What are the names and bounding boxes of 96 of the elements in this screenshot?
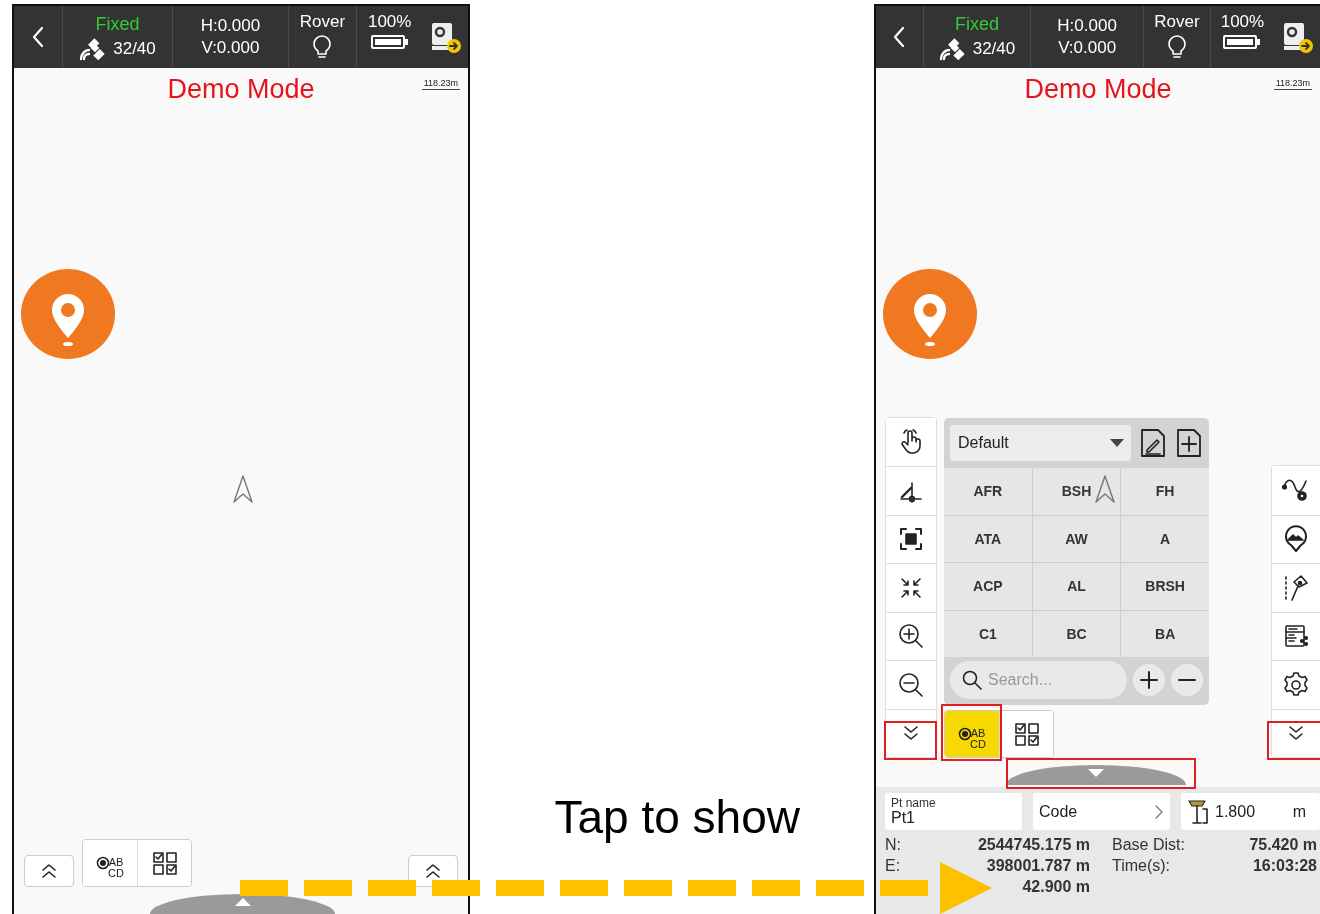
code-item[interactable]: FH [1121, 468, 1209, 515]
radio-dot-icon [96, 856, 111, 870]
code-item[interactable]: AL [1032, 563, 1121, 610]
fix-status: Fixed [95, 13, 140, 35]
location-pin-icon [20, 268, 116, 360]
code-item[interactable]: BRSH [1121, 563, 1209, 610]
satellite-icon [938, 36, 967, 61]
battery-icon [370, 34, 409, 50]
dropdown-caret-icon [1109, 438, 1125, 448]
antenna-height-icon [1187, 798, 1209, 825]
hand-pointer-icon [899, 428, 923, 455]
scale-bar: 118.23m [1273, 78, 1312, 90]
add-button[interactable] [1175, 428, 1203, 458]
highlight-frame [941, 704, 1002, 761]
navigation-arrow-icon [1094, 474, 1116, 504]
search-field[interactable]: Search... [950, 661, 1127, 699]
checklist-toggle[interactable] [999, 711, 1053, 757]
back-chevron-icon [30, 26, 45, 48]
curve-gear-icon [1282, 477, 1310, 504]
mode-label: Rover [1154, 12, 1200, 32]
zoom-in-icon [897, 622, 925, 651]
coordinate-value: 2544745.175 m [976, 836, 1090, 854]
search-icon [962, 670, 982, 690]
expand-toolbar-button[interactable] [24, 855, 74, 887]
satellite-count: 32/40 [113, 38, 156, 59]
double-chevron-up-icon [424, 862, 442, 880]
remove-code-button[interactable] [1171, 664, 1203, 696]
highlight-frame [1267, 721, 1320, 760]
map-pin-mountain-icon [1283, 525, 1309, 554]
horizontal-precision: H:0.000 [200, 16, 261, 36]
zoom-out-icon [897, 670, 925, 699]
coordinate-value: 398001.787 m [985, 857, 1090, 875]
info-label: Time(s): [1111, 857, 1172, 875]
checklist-grid-icon [150, 850, 179, 876]
scale-bar: 118.23m [421, 78, 460, 90]
code-item[interactable]: BSH [1032, 468, 1121, 515]
demo-mode-title: Demo Mode [1024, 74, 1172, 104]
edit-button[interactable] [1139, 428, 1167, 458]
battery-icon [1223, 34, 1262, 50]
code-item[interactable]: AFR [944, 468, 1032, 515]
code-item[interactable]: BC [1032, 610, 1121, 657]
code-item[interactable]: BA [1121, 610, 1209, 657]
coordinate-label: N: [885, 836, 902, 854]
vertical-precision: V:0.000 [1058, 38, 1117, 58]
mode-label: Rover [299, 12, 346, 32]
code-item[interactable]: C1 [944, 610, 1032, 657]
list-dots-icon [1283, 623, 1309, 650]
satellite-count: 32/40 [972, 38, 1016, 59]
battery-percent: 100% [367, 12, 412, 32]
code-field[interactable]: Code [1033, 793, 1170, 830]
survey-pole-icon [1283, 573, 1309, 602]
add-document-icon [1175, 428, 1203, 458]
navigation-arrow-icon [232, 474, 254, 504]
back-chevron-icon [892, 26, 907, 48]
light-bulb-icon [1166, 34, 1187, 60]
chevron-right-icon [1154, 803, 1164, 820]
instruction-caption: Tap to show [554, 790, 800, 844]
fix-status: Fixed [954, 13, 999, 35]
coordinate-label: E: [885, 857, 902, 875]
double-chevron-up-icon [40, 862, 58, 880]
code-display-toggle[interactable]: AB CD [945, 711, 999, 757]
info-value: 16:03:28 [1251, 857, 1317, 875]
double-chevron-down-icon [1287, 724, 1305, 743]
collapse-handle[interactable] [1006, 765, 1186, 785]
collapse-toolbar-button[interactable] [886, 708, 936, 757]
demo-mode-title: Demo Mode [167, 74, 315, 104]
antenna-height-field[interactable]: 1.800 m [1181, 793, 1320, 830]
code-item[interactable]: AW [1032, 515, 1121, 562]
code-item[interactable]: ATA [944, 515, 1032, 562]
code-library-dropdown[interactable]: Default [950, 425, 1131, 461]
up-triangle-icon [233, 897, 252, 906]
add-code-button[interactable] [1133, 664, 1165, 696]
down-triangle-icon [1087, 768, 1105, 777]
location-pin-icon [882, 268, 978, 360]
collapse-toolbar-button[interactable] [1272, 708, 1320, 757]
info-label: Base Dist: [1111, 836, 1186, 854]
horizontal-precision: H:0.000 [1057, 16, 1117, 36]
battery-percent: 100% [1220, 12, 1265, 32]
info-value: 75.420 m [1248, 836, 1317, 854]
highlight-frame [884, 721, 937, 760]
coordinate-value: 42.900 m [1021, 878, 1090, 896]
radio-dot-icon [958, 727, 973, 741]
double-chevron-down-icon [902, 724, 920, 743]
point-name-field[interactable]: Pt name Pt1 [885, 793, 1022, 830]
fit-view-icon [898, 526, 924, 553]
code-item[interactable]: A [1121, 515, 1209, 562]
light-bulb-icon [312, 34, 333, 60]
plus-icon [1140, 671, 1158, 689]
edit-document-icon [1139, 428, 1167, 458]
settings-icon [1282, 670, 1310, 699]
minus-icon [1178, 678, 1196, 682]
vertical-precision: V:0.000 [201, 38, 260, 58]
search-input[interactable]: Search... [988, 671, 1088, 689]
checklist-grid-icon [1012, 721, 1041, 747]
code-item[interactable]: ACP [944, 563, 1032, 610]
checklist-toggle[interactable] [137, 840, 191, 886]
